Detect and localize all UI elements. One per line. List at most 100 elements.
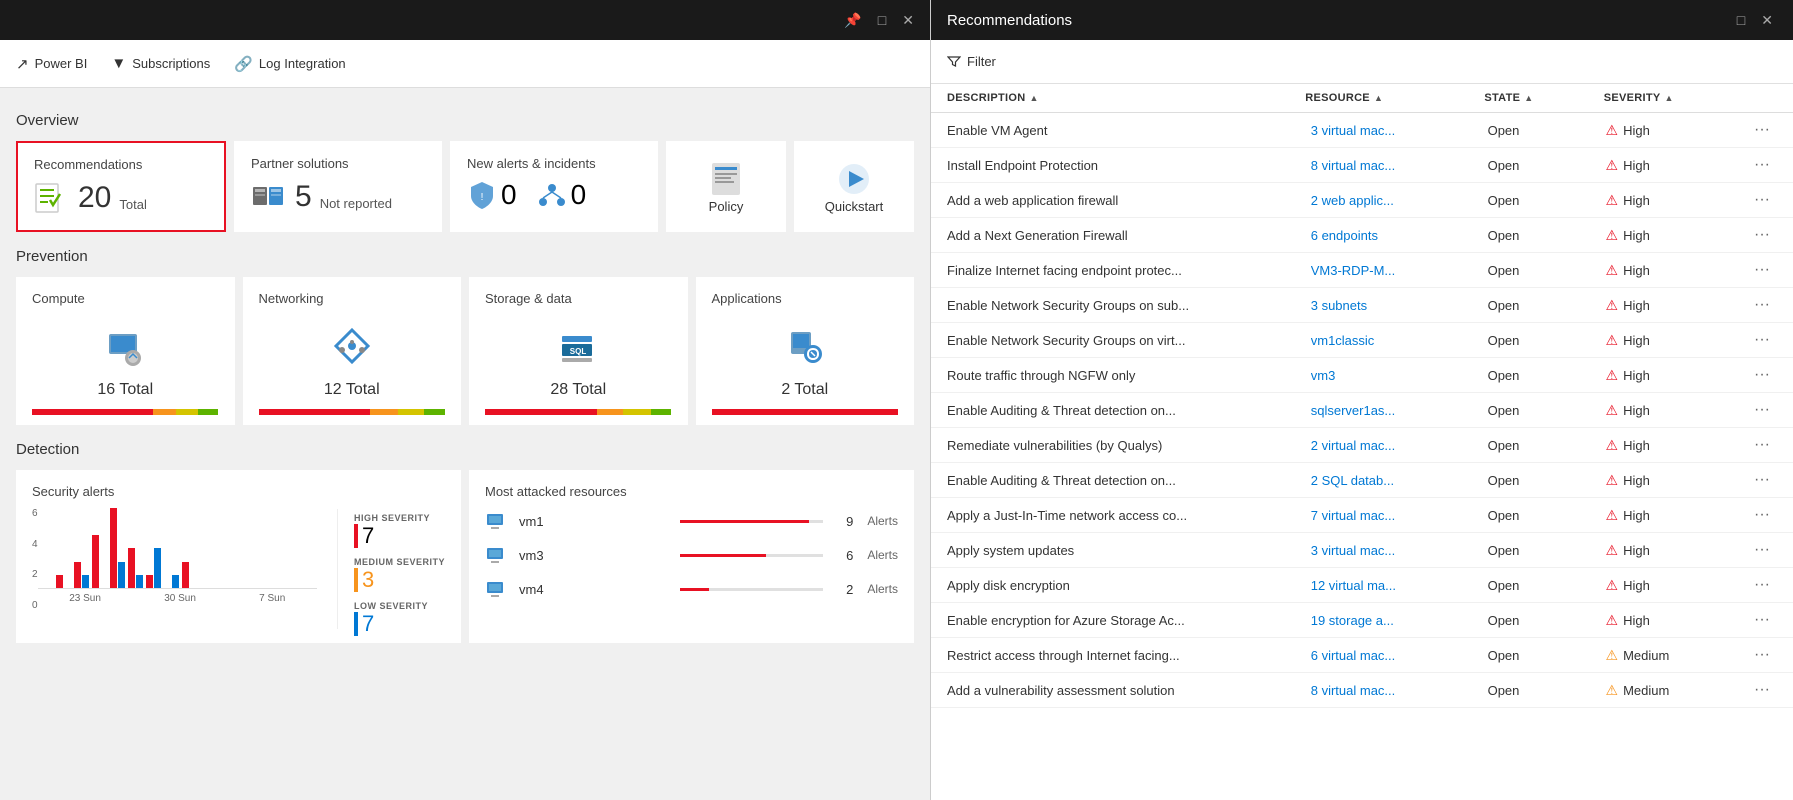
table-row[interactable]: Remediate vulnerabilities (by Qualys) 2 … xyxy=(931,428,1793,463)
row-sev-1: ⚠ High xyxy=(1606,157,1748,174)
table-row[interactable]: Enable Network Security Groups on virt..… xyxy=(931,323,1793,358)
row-res-7: vm3 xyxy=(1311,368,1488,383)
row-sev-14: ⚠ High xyxy=(1606,612,1748,629)
row-actions-10[interactable]: ··· xyxy=(1747,471,1777,489)
networking-card[interactable]: Networking 12 Total xyxy=(243,277,462,425)
bar-b8 xyxy=(172,575,179,588)
res-sort-icon: ▲ xyxy=(1374,93,1383,103)
row-actions-7[interactable]: ··· xyxy=(1747,366,1777,384)
th-description[interactable]: DESCRIPTION ▲ xyxy=(947,92,1305,104)
row-state-4: Open xyxy=(1488,263,1606,278)
row-actions-16[interactable]: ··· xyxy=(1747,681,1777,699)
table-row[interactable]: Enable Auditing & Threat detection on...… xyxy=(931,393,1793,428)
table-row[interactable]: Finalize Internet facing endpoint protec… xyxy=(931,253,1793,288)
table-row[interactable]: Apply system updates 3 virtual mac... Op… xyxy=(931,533,1793,568)
bar-group-2 xyxy=(56,575,71,588)
row-actions-2[interactable]: ··· xyxy=(1747,191,1777,209)
row-res-3: 6 endpoints xyxy=(1311,228,1488,243)
alerts-card-value: ! 0 0 xyxy=(467,179,641,211)
quickstart-card[interactable]: Quickstart xyxy=(794,141,914,232)
row-state-6: Open xyxy=(1488,333,1606,348)
bar-r5 xyxy=(110,508,117,588)
row-actions-6[interactable]: ··· xyxy=(1747,331,1777,349)
policy-card[interactable]: Policy xyxy=(666,141,786,232)
row-actions-14[interactable]: ··· xyxy=(1747,611,1777,629)
row-sev-16: ⚠ Medium xyxy=(1606,682,1748,699)
row-actions-11[interactable]: ··· xyxy=(1747,506,1777,524)
row-actions-3[interactable]: ··· xyxy=(1747,226,1777,244)
row-actions-5[interactable]: ··· xyxy=(1747,296,1777,314)
th-resource[interactable]: RESOURCE ▲ xyxy=(1305,92,1484,104)
alert-badge-2: 0 xyxy=(537,179,587,211)
table-row[interactable]: Apply disk encryption 12 virtual ma... O… xyxy=(931,568,1793,603)
row-state-13: Open xyxy=(1488,578,1606,593)
pin-icon[interactable]: 📌 xyxy=(840,8,865,33)
compute-card[interactable]: Compute 16 Total xyxy=(16,277,235,425)
subscriptions-button[interactable]: ▼ Subscriptions xyxy=(111,55,210,72)
policy-icon xyxy=(706,159,746,199)
recommendations-card[interactable]: Recommendations 20 Total xyxy=(16,141,226,232)
partner-solutions-card[interactable]: Partner solutions 5 Not reported xyxy=(234,141,442,232)
table-row[interactable]: Enable Auditing & Threat detection on...… xyxy=(931,463,1793,498)
row-actions-0[interactable]: ··· xyxy=(1747,121,1777,139)
minimize-icon[interactable]: □ xyxy=(874,8,890,32)
row-desc-7: Route traffic through NGFW only xyxy=(947,368,1311,383)
row-actions-1[interactable]: ··· xyxy=(1747,156,1777,174)
right-close-icon[interactable]: ✕ xyxy=(1757,8,1777,33)
quickstart-label: Quickstart xyxy=(825,199,884,214)
table-row[interactable]: Install Endpoint Protection 8 virtual ma… xyxy=(931,148,1793,183)
medium-icon-15: ⚠ xyxy=(1606,647,1619,664)
row-sev-3: ⚠ High xyxy=(1606,227,1748,244)
close-icon[interactable]: ✕ xyxy=(898,8,918,33)
vm1-icon xyxy=(485,509,509,533)
filter-button[interactable]: Filter xyxy=(947,54,996,69)
row-state-12: Open xyxy=(1488,543,1606,558)
high-icon-0: ⚠ xyxy=(1606,122,1619,139)
row-actions-13[interactable]: ··· xyxy=(1747,576,1777,594)
network-icon xyxy=(537,180,567,210)
table-row[interactable]: Enable Network Security Groups on sub...… xyxy=(931,288,1793,323)
vm1-bar-container xyxy=(680,520,823,523)
vm4-name: vm4 xyxy=(519,582,662,597)
table-row[interactable]: Route traffic through NGFW only vm3 Open… xyxy=(931,358,1793,393)
toolbar: ↗ Power BI ▼ Subscriptions 🔗 Log Integra… xyxy=(0,40,930,88)
row-sev-12: ⚠ High xyxy=(1606,542,1748,559)
row-actions-8[interactable]: ··· xyxy=(1747,401,1777,419)
compute-icon xyxy=(32,314,219,381)
chart-with-labels: 6 4 2 0 xyxy=(32,509,317,629)
high-icon-5: ⚠ xyxy=(1606,297,1619,314)
most-attacked-card[interactable]: Most attacked resources vm1 9 xyxy=(469,470,914,643)
right-minimize-icon[interactable]: □ xyxy=(1733,8,1749,33)
high-icon-11: ⚠ xyxy=(1606,507,1619,524)
row-state-14: Open xyxy=(1488,613,1606,628)
row-state-1: Open xyxy=(1488,158,1606,173)
row-desc-2: Add a web application firewall xyxy=(947,193,1311,208)
log-integration-button[interactable]: 🔗 Log Integration xyxy=(234,55,345,73)
security-alerts-card[interactable]: Security alerts 6 4 2 0 xyxy=(16,470,461,643)
bar-b7 xyxy=(154,548,161,588)
table-row[interactable]: Restrict access through Internet facing.… xyxy=(931,638,1793,673)
table-row[interactable]: Apply a Just-In-Time network access co..… xyxy=(931,498,1793,533)
row-actions-15[interactable]: ··· xyxy=(1747,646,1777,664)
table-row[interactable]: Add a web application firewall 2 web app… xyxy=(931,183,1793,218)
storage-card[interactable]: Storage & data SQL 28 Total xyxy=(469,277,688,425)
powerbi-button[interactable]: ↗ Power BI xyxy=(16,55,87,73)
vm3-bar xyxy=(680,554,766,557)
vm3-name: vm3 xyxy=(519,548,662,563)
row-state-5: Open xyxy=(1488,298,1606,313)
table-row[interactable]: Add a Next Generation Firewall 6 endpoin… xyxy=(931,218,1793,253)
applications-card[interactable]: Applications 2 Total xyxy=(696,277,915,425)
vm4-bar xyxy=(680,588,709,591)
table-row[interactable]: Enable encryption for Azure Storage Ac..… xyxy=(931,603,1793,638)
th-severity[interactable]: SEVERITY ▲ xyxy=(1604,92,1747,104)
th-state[interactable]: STATE ▲ xyxy=(1484,92,1603,104)
high-icon-4: ⚠ xyxy=(1606,262,1619,279)
row-actions-4[interactable]: ··· xyxy=(1747,261,1777,279)
table-row[interactable]: Enable VM Agent 3 virtual mac... Open ⚠ … xyxy=(931,113,1793,148)
table-row[interactable]: Add a vulnerability assessment solution … xyxy=(931,673,1793,708)
row-desc-13: Apply disk encryption xyxy=(947,578,1311,593)
resource-vm1: vm1 9 Alerts xyxy=(485,509,898,533)
row-actions-9[interactable]: ··· xyxy=(1747,436,1777,454)
alerts-card[interactable]: New alerts & incidents ! 0 xyxy=(450,141,658,232)
row-actions-12[interactable]: ··· xyxy=(1747,541,1777,559)
